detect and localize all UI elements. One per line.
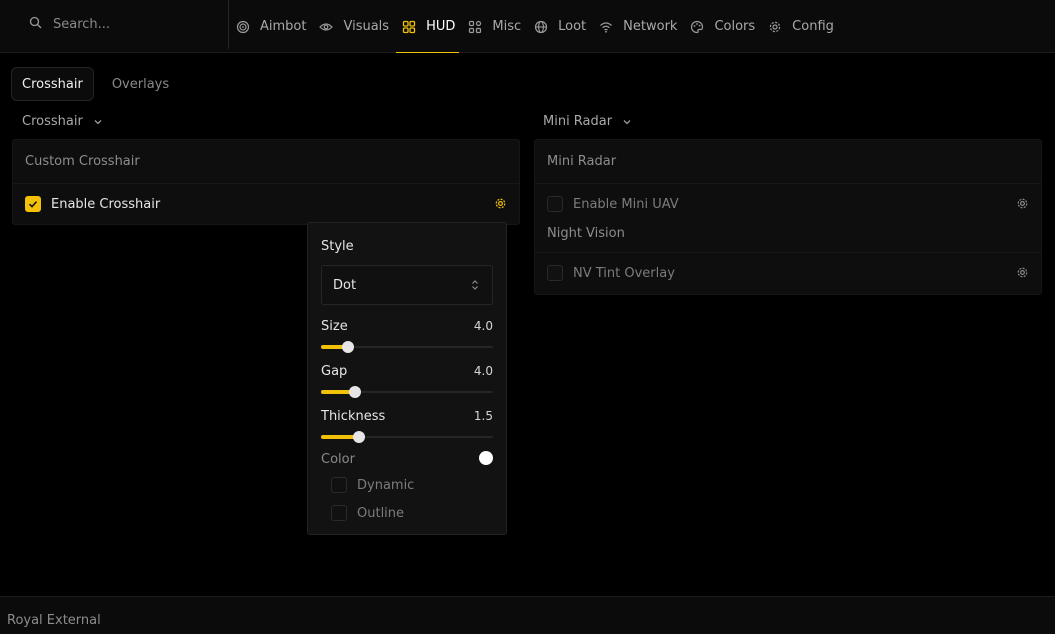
hud-icon	[402, 20, 416, 33]
nav-item-label: Network	[623, 19, 678, 34]
dynamic-option[interactable]: Dynamic	[321, 477, 414, 493]
color-label: Color	[321, 452, 355, 467]
panel-title: Custom Crosshair	[13, 140, 519, 184]
sub-tabs: Crosshair Overlays	[11, 67, 179, 101]
chevron-down-icon	[623, 119, 631, 124]
nav-item-network[interactable]: Network	[599, 0, 677, 53]
slider-thumb[interactable]	[341, 341, 354, 353]
chevron-updown-icon	[472, 280, 478, 290]
nav-item-label: Aimbot	[260, 19, 307, 34]
section-header-label: Mini Radar	[543, 114, 613, 129]
enable-mini-uav-checkbox[interactable]	[547, 196, 563, 212]
enable-crosshair-label: Enable Crosshair	[51, 196, 161, 212]
crosshair-section-dropdown[interactable]: Crosshair	[22, 114, 103, 129]
section-header-label: Crosshair	[22, 114, 83, 129]
style-select[interactable]: Dot	[321, 265, 493, 305]
dynamic-checkbox[interactable]	[331, 477, 347, 493]
gear-icon	[769, 21, 781, 32]
enable-crosshair-checkbox[interactable]	[25, 196, 41, 212]
check-icon	[28, 201, 38, 208]
tab-crosshair[interactable]: Crosshair	[11, 67, 94, 101]
nav-item-label: Misc	[492, 19, 522, 34]
panel-title: Mini Radar	[535, 140, 1041, 184]
gap-label: Gap	[321, 364, 348, 379]
custom-crosshair-panel: Custom Crosshair Enable Crosshair	[12, 139, 520, 225]
thickness-slider[interactable]	[321, 431, 493, 443]
size-slider[interactable]	[321, 341, 493, 353]
gear-icon[interactable]	[494, 197, 507, 210]
nav-item-label: Colors	[714, 19, 756, 34]
chevron-down-icon	[94, 119, 102, 124]
eye-icon	[319, 22, 334, 31]
grid-icon	[469, 20, 482, 33]
gap-value: 4.0	[473, 364, 493, 378]
nv-tint-overlay-label: NV Tint Overlay	[573, 265, 675, 281]
outline-option[interactable]: Outline	[321, 505, 404, 521]
thickness-label: Thickness	[321, 409, 386, 424]
outline-label: Outline	[357, 505, 405, 521]
search-box[interactable]: Search...	[0, 0, 229, 49]
nav-item-hud[interactable]: HUD	[396, 0, 460, 53]
nav-item-label: HUD	[426, 19, 456, 34]
slider-thumb[interactable]	[348, 386, 361, 398]
enable-crosshair-row[interactable]: Enable Crosshair	[13, 184, 519, 224]
main-nav: Aimbot Visuals HUD Misc Loot Network Col…	[236, 0, 847, 53]
footer-bar: Royal External	[0, 596, 1055, 634]
dynamic-label: Dynamic	[357, 477, 415, 493]
style-label: Style	[321, 239, 354, 254]
nav-item-loot[interactable]: Loot	[534, 0, 586, 53]
search-icon	[29, 16, 42, 29]
size-value: 4.0	[473, 319, 493, 333]
gap-slider[interactable]	[321, 386, 493, 398]
nav-item-visuals[interactable]: Visuals	[319, 0, 389, 53]
mini-radar-panel: Mini Radar Enable Mini UAV Night Vision …	[534, 139, 1042, 295]
tab-overlays[interactable]: Overlays	[102, 67, 179, 101]
size-label: Size	[321, 319, 348, 334]
thickness-value: 1.5	[473, 409, 493, 423]
nav-item-colors[interactable]: Colors	[690, 0, 755, 53]
nv-tint-overlay-row[interactable]: NV Tint Overlay	[535, 253, 1041, 293]
search-input[interactable]: Search...	[53, 17, 110, 32]
wifi-icon	[600, 21, 613, 33]
enable-mini-uav-label: Enable Mini UAV	[573, 196, 679, 212]
brand-name: Royal External	[7, 613, 101, 628]
nav-item-label: Visuals	[343, 19, 390, 34]
color-swatch[interactable]	[479, 451, 493, 465]
style-select-value: Dot	[333, 278, 357, 293]
globe-icon	[535, 20, 548, 33]
top-bar: Search... Aimbot Visuals HUD Misc Loot N…	[0, 0, 1055, 53]
outline-checkbox[interactable]	[331, 505, 347, 521]
gear-icon[interactable]	[1016, 197, 1029, 210]
enable-mini-uav-row[interactable]: Enable Mini UAV	[535, 184, 1041, 224]
night-vision-label: Night Vision	[535, 224, 1041, 253]
nav-item-aimbot[interactable]: Aimbot	[236, 0, 306, 53]
nav-item-label: Loot	[558, 19, 587, 34]
crosshair-settings-popover: Style Dot Size 4.0 Gap 4.0 Thickness 1.5…	[307, 222, 507, 535]
target-icon	[236, 20, 250, 33]
nav-item-config[interactable]: Config	[768, 0, 834, 53]
nv-tint-overlay-checkbox[interactable]	[547, 265, 563, 281]
palette-icon	[691, 20, 704, 33]
nav-item-label: Config	[792, 19, 834, 34]
mini-radar-section-dropdown[interactable]: Mini Radar	[543, 114, 632, 129]
nav-item-misc[interactable]: Misc	[468, 0, 521, 53]
slider-thumb[interactable]	[352, 431, 365, 443]
gear-icon[interactable]	[1016, 266, 1029, 279]
